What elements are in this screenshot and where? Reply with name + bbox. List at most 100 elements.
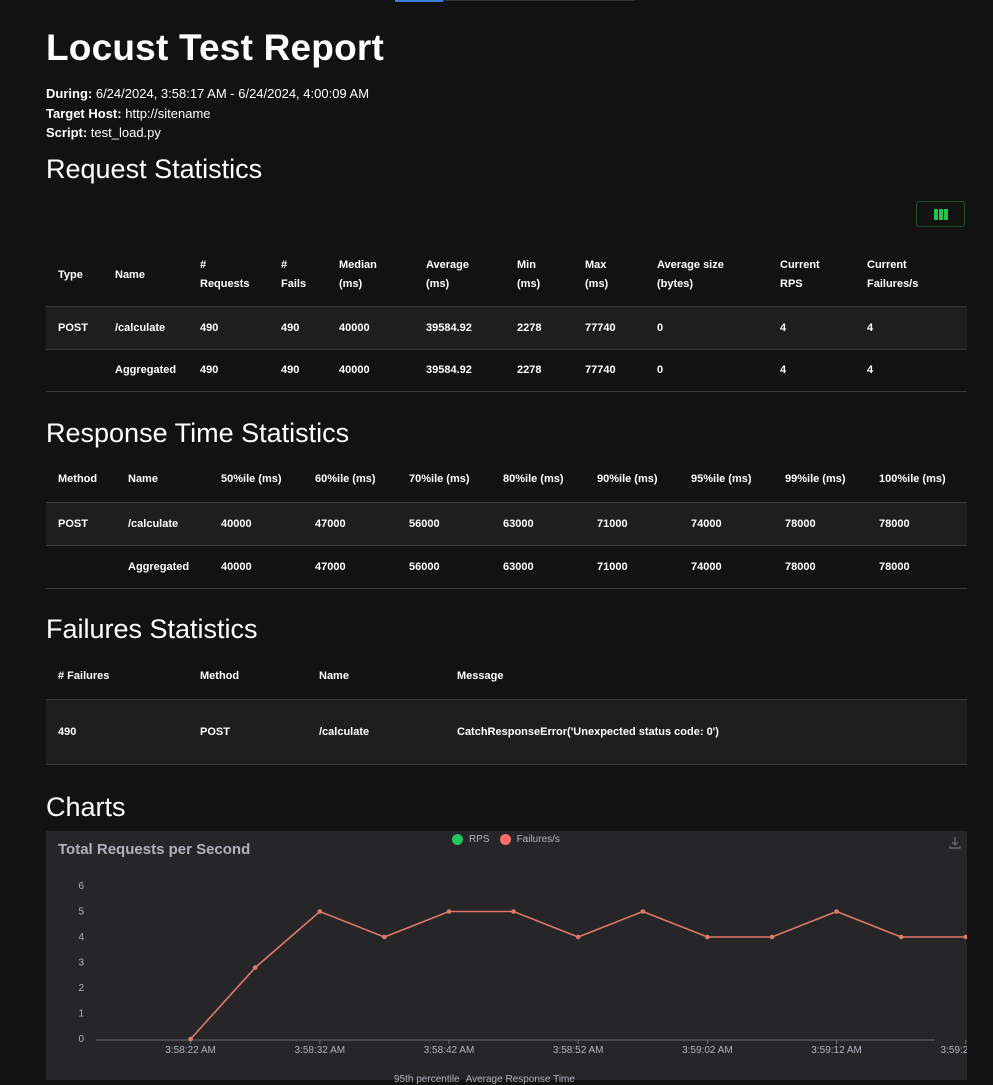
table-cell: 71000 bbox=[597, 560, 628, 573]
request-statistics-table: Type Name # Requests # Fails Median (ms) Average… bbox=[46, 245, 967, 392]
table-cell: 490 bbox=[281, 364, 300, 376]
column-header-line: (ms) bbox=[585, 278, 609, 291]
failures-data-point bbox=[382, 934, 387, 940]
failures-data-point bbox=[769, 934, 775, 940]
x-tick-label: 3:59:22 AM bbox=[941, 1045, 967, 1056]
table-cell: 39584.92 bbox=[426, 364, 472, 376]
charts-heading: Charts bbox=[46, 792, 126, 822]
column-header-line: Current bbox=[867, 259, 907, 272]
column-header-line: Min bbox=[517, 259, 536, 272]
table-cell: 4 bbox=[780, 321, 787, 334]
response-time-statistics-heading: Response Time Statistics bbox=[46, 418, 350, 448]
response-time-statistics-table: Method Name 50%ile (ms) 60%ile (ms) 70%ile (… bbox=[46, 458, 967, 589]
table-row: POST/calculate 40000 47000 56000 63000 71000 7… bbox=[46, 502, 967, 545]
column-header: Average size (bytes) bbox=[645, 245, 768, 306]
failures-statistics-heading: Failures Statistics bbox=[46, 614, 258, 644]
script-line: Script: test_load.py bbox=[46, 123, 369, 143]
table-cell: 2278 bbox=[517, 364, 542, 376]
x-tick-label: 3:58:42 AM bbox=[424, 1045, 475, 1056]
failures-data-point bbox=[188, 1036, 193, 1042]
table-cell: 4 bbox=[867, 364, 874, 376]
table-row: Aggregated 490 490 40000 39584.92 2278 77740 0 4… bbox=[46, 349, 967, 391]
column-header: Name bbox=[319, 669, 349, 682]
column-header-line: RPS bbox=[780, 278, 803, 291]
y-tick-label: 2 bbox=[78, 983, 84, 994]
column-header-line: Name bbox=[115, 268, 145, 281]
table-row: 490 POST/calculate CatchResponseError('Une… bbox=[46, 699, 967, 764]
failures-stats-header-row: # Failures Method Name Message bbox=[46, 654, 967, 699]
rps-chart-svg: 0 1 2 3 4 5 6 3:58:22 AM 3:58:32 AM 3:58:42 AM 3:5… bbox=[78, 881, 967, 1056]
report-meta: During: 6/24/2024, 3:58:17 AM - 6/24/202… bbox=[46, 84, 369, 143]
column-header: Current RPS bbox=[768, 245, 855, 306]
host-value: http://sitename bbox=[125, 105, 211, 121]
top-progress-track bbox=[443, 0, 635, 1]
column-header-line: (bytes) bbox=[657, 278, 694, 291]
column-header: Type bbox=[46, 245, 103, 306]
table-cell: 78000 bbox=[879, 517, 910, 530]
script-label: Script: bbox=[46, 125, 88, 140]
column-header: 70%ile (ms) bbox=[409, 473, 470, 486]
column-header-line: (ms) bbox=[339, 278, 363, 291]
table-cell: 490 bbox=[200, 321, 219, 334]
column-header-line: (ms) bbox=[426, 278, 450, 291]
script-value: test_load.py bbox=[90, 125, 161, 140]
failures-data-point bbox=[317, 909, 323, 914]
during-line: During: 6/24/2024, 3:58:17 AM - 6/24/202… bbox=[46, 84, 369, 104]
table-cell: CatchResponseError('Unexpected status co… bbox=[457, 725, 719, 738]
column-selector-button[interactable] bbox=[916, 201, 965, 227]
table-cell: /calculate bbox=[319, 725, 370, 738]
column-header: # Requests bbox=[188, 245, 269, 306]
column-header-line: Requests bbox=[200, 278, 250, 291]
column-header: Average (ms) bbox=[414, 245, 505, 306]
failures-data-point bbox=[834, 909, 839, 914]
column-header: 50%ile (ms) bbox=[221, 473, 282, 486]
column-header: Min (ms) bbox=[505, 245, 573, 306]
request-statistics-heading: Request Statistics bbox=[46, 154, 263, 184]
failures-data-point bbox=[511, 909, 516, 914]
column-header: Median (ms) bbox=[327, 245, 414, 306]
column-header: 90%ile (ms) bbox=[597, 473, 658, 486]
table-cell: 490 bbox=[58, 725, 77, 738]
table-cell: 78000 bbox=[785, 560, 816, 573]
request-stats-header-row: Type Name # Requests # Fails Median (ms) Average… bbox=[46, 245, 967, 306]
during-value: 6/24/2024, 3:58:17 AM - 6/24/2024, 4:00:… bbox=[95, 86, 370, 101]
failures-data-point bbox=[252, 965, 258, 970]
column-header: Name bbox=[128, 473, 158, 486]
x-tick-label: 3:58:22 AM bbox=[165, 1045, 216, 1056]
table-cell: 490 bbox=[200, 364, 219, 376]
column-header: # Failures bbox=[58, 669, 110, 682]
table-cell: POST bbox=[58, 321, 88, 334]
host-line: Target Host: http://sitename bbox=[46, 104, 369, 124]
table-cell bbox=[46, 545, 116, 588]
table-cell: 77740 bbox=[585, 321, 616, 334]
table-cell: /calculate bbox=[115, 321, 166, 334]
failures-series-line bbox=[190, 910, 966, 1040]
table-cell: 47000 bbox=[315, 517, 346, 530]
x-tick-label: 3:58:32 AM bbox=[295, 1045, 346, 1056]
columns-icon bbox=[933, 208, 948, 220]
x-tick-label: 3:59:12 AM bbox=[811, 1045, 862, 1056]
table-cell: 0 bbox=[657, 364, 664, 376]
table-cell: POST bbox=[200, 725, 230, 738]
x-tick-label: 3:58:52 AM bbox=[553, 1045, 604, 1056]
top-progress-accent bbox=[395, 0, 443, 2]
table-cell: 4 bbox=[867, 321, 874, 334]
table-cell: 40000 bbox=[339, 321, 370, 334]
table-cell: 74000 bbox=[691, 517, 722, 530]
table-cell: 490 bbox=[281, 321, 300, 334]
column-header-line: (ms) bbox=[517, 278, 541, 291]
table-cell: 47000 bbox=[315, 560, 346, 573]
column-header: Method bbox=[200, 669, 240, 682]
total-rps-chart-panel: Total Requests per Second RPS Failures/s… bbox=[46, 831, 967, 1085]
table-cell: POST bbox=[58, 517, 88, 530]
table-cell: Aggregated bbox=[128, 560, 190, 573]
during-label: During: bbox=[46, 86, 93, 101]
x-tick-label: 3:59:02 AM bbox=[682, 1045, 733, 1056]
table-cell: /calculate bbox=[128, 517, 179, 530]
response-stats-header-row: Method Name 50%ile (ms) 60%ile (ms) 70%ile (… bbox=[46, 458, 967, 502]
table-row: Aggregated 40000 47000 56000 63000 71000 74000… bbox=[46, 545, 967, 588]
failures-data-point bbox=[898, 934, 904, 940]
table-cell: 74000 bbox=[691, 560, 722, 573]
column-header: 80%ile (ms) bbox=[503, 473, 564, 486]
table-cell: 56000 bbox=[409, 517, 440, 530]
